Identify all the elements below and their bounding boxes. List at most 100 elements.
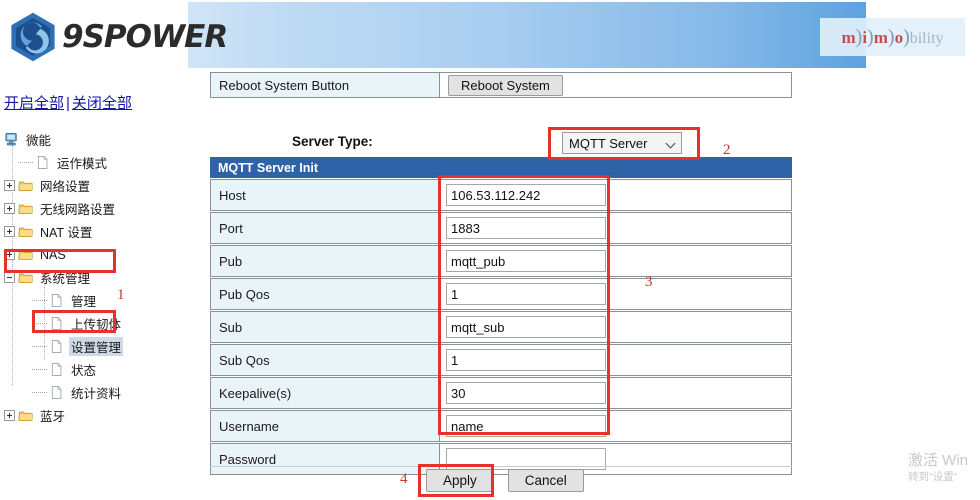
table-bottom-divider: [210, 466, 792, 467]
tree-collapse-toggle-icon[interactable]: [4, 272, 15, 283]
sidebar-item-2[interactable]: 网络设置: [4, 174, 184, 197]
server-type-selected-value: MQTT Server: [569, 136, 648, 151]
field-label: Sub: [210, 311, 440, 343]
page-icon: [49, 316, 65, 331]
field-input[interactable]: [446, 217, 606, 239]
field-input[interactable]: [446, 382, 606, 404]
page-icon: [49, 293, 65, 308]
field-value-cell: [440, 179, 792, 211]
computer-icon: [4, 132, 20, 147]
tree-expand-toggle-icon[interactable]: [4, 180, 15, 191]
sidebar-item-label: 状态: [69, 360, 98, 379]
sidebar-item-7[interactable]: 管理: [4, 289, 184, 312]
sidebar-item-5[interactable]: NAS: [4, 243, 184, 266]
sidebar-item-8[interactable]: 上传韧体: [4, 312, 184, 335]
watermark-line-1: 激活 Win: [908, 452, 968, 471]
tree-expand-toggle-icon[interactable]: [4, 410, 15, 421]
tree-toggle-links: 开启全部|关闭全部: [4, 92, 132, 113]
sidebar-item-6[interactable]: 系统管理: [4, 266, 184, 289]
page-icon: [49, 362, 65, 377]
field-value-cell: [440, 311, 792, 343]
sidebar-item-12[interactable]: 蓝牙: [4, 404, 184, 427]
sidebar-item-11[interactable]: 统计资料: [4, 381, 184, 404]
mimobility-logo-text: m)i)m)o)bility: [841, 26, 943, 49]
tree-expand-toggle-icon[interactable]: [4, 203, 15, 214]
field-label: Username: [210, 410, 440, 442]
reboot-system-cell: Reboot System: [440, 72, 792, 98]
folder-icon: [18, 178, 34, 193]
9spower-hex-logo-icon: [6, 10, 60, 64]
sidebar-item-0[interactable]: 微能: [4, 128, 184, 151]
windows-activation-watermark: 激活 Win 转到"设置": [908, 452, 968, 484]
field-label: Pub: [210, 245, 440, 277]
annotation-marker-1: 1: [117, 287, 125, 304]
tree-connector: [32, 392, 47, 393]
table-row: Port: [210, 212, 792, 244]
navigation-tree: 微能运作模式网络设置无线网路设置 NAT 设置 NAS 系统管理管理上传韧体设置管理状…: [4, 128, 184, 427]
field-input[interactable]: [446, 250, 606, 272]
reboot-system-button[interactable]: Reboot System: [448, 75, 563, 96]
tree-connector: [32, 346, 47, 347]
annotation-marker-3: 3: [645, 274, 653, 291]
field-value-cell: [440, 344, 792, 376]
folder-open-icon: [18, 270, 34, 285]
sidebar-item-10[interactable]: 状态: [4, 358, 184, 381]
server-type-select[interactable]: MQTT Server: [562, 132, 682, 154]
table-row: Pub: [210, 245, 792, 277]
table-row: Keepalive(s): [210, 377, 792, 409]
sidebar-item-label: 运作模式: [55, 153, 109, 172]
sidebar-item-label: 系统管理: [38, 268, 92, 287]
sidebar-item-1[interactable]: 运作模式: [4, 151, 184, 174]
sidebar-item-9[interactable]: 设置管理: [4, 335, 184, 358]
field-label: Host: [210, 179, 440, 211]
field-label: Sub Qos: [210, 344, 440, 376]
sidebar-item-label: 微能: [24, 130, 53, 149]
reboot-system-label: Reboot System Button: [210, 72, 440, 98]
page-root: m)i)m)o)bility 9SPOWER 开启全部|关闭全部 微能运作模式网…: [0, 0, 980, 500]
field-input[interactable]: [446, 415, 606, 437]
collapse-all-link[interactable]: 关闭全部: [72, 95, 132, 112]
table-row: Host: [210, 179, 792, 211]
chevron-down-icon: [666, 139, 676, 149]
field-input[interactable]: [446, 349, 606, 371]
tree-expand-toggle-icon[interactable]: [4, 249, 15, 260]
folder-icon: [18, 408, 34, 423]
table-row: Pub Qos: [210, 278, 792, 310]
mqtt-table-body: HostPortPubPub QosSubSub QosKeepalive(s)…: [210, 179, 792, 475]
page-icon: [49, 385, 65, 400]
sidebar-item-label: NAT 设置: [38, 222, 94, 241]
cancel-button[interactable]: Cancel: [508, 469, 584, 492]
header-banner: [186, 2, 866, 68]
brand-logo: 9SPOWER: [6, 6, 184, 68]
field-value-cell: [440, 377, 792, 409]
sidebar-item-label: 上传韧体: [69, 314, 123, 333]
brand-logo-text: 9SPOWER: [62, 19, 227, 55]
sidebar-item-4[interactable]: NAT 设置: [4, 220, 184, 243]
folder-icon: [18, 247, 34, 262]
mqtt-server-init-table: MQTT Server Init HostPortPubPub QosSubSu…: [210, 157, 792, 475]
page-icon: [49, 339, 65, 354]
mqtt-table-header: MQTT Server Init: [210, 157, 792, 178]
tree-connector: [32, 323, 47, 324]
field-value-cell: [440, 278, 792, 310]
field-input[interactable]: [446, 184, 606, 206]
folder-icon: [18, 201, 34, 216]
page-icon: [35, 155, 51, 170]
tree-connector: [18, 162, 33, 163]
sidebar-item-label: NAS: [38, 248, 68, 262]
apply-button[interactable]: Apply: [426, 469, 494, 492]
server-type-label: Server Type:: [292, 134, 373, 149]
folder-icon: [18, 224, 34, 239]
field-input[interactable]: [446, 283, 606, 305]
table-row: Sub Qos: [210, 344, 792, 376]
tree-expand-toggle-icon[interactable]: [4, 226, 15, 237]
table-row: Username: [210, 410, 792, 442]
field-label: Port: [210, 212, 440, 244]
sidebar-item-3[interactable]: 无线网路设置: [4, 197, 184, 220]
field-input[interactable]: [446, 316, 606, 338]
reboot-system-row: Reboot System Button Reboot System: [210, 72, 792, 98]
expand-all-link[interactable]: 开启全部: [4, 95, 64, 112]
field-value-cell: [440, 410, 792, 442]
field-label: Keepalive(s): [210, 377, 440, 409]
field-label: Pub Qos: [210, 278, 440, 310]
